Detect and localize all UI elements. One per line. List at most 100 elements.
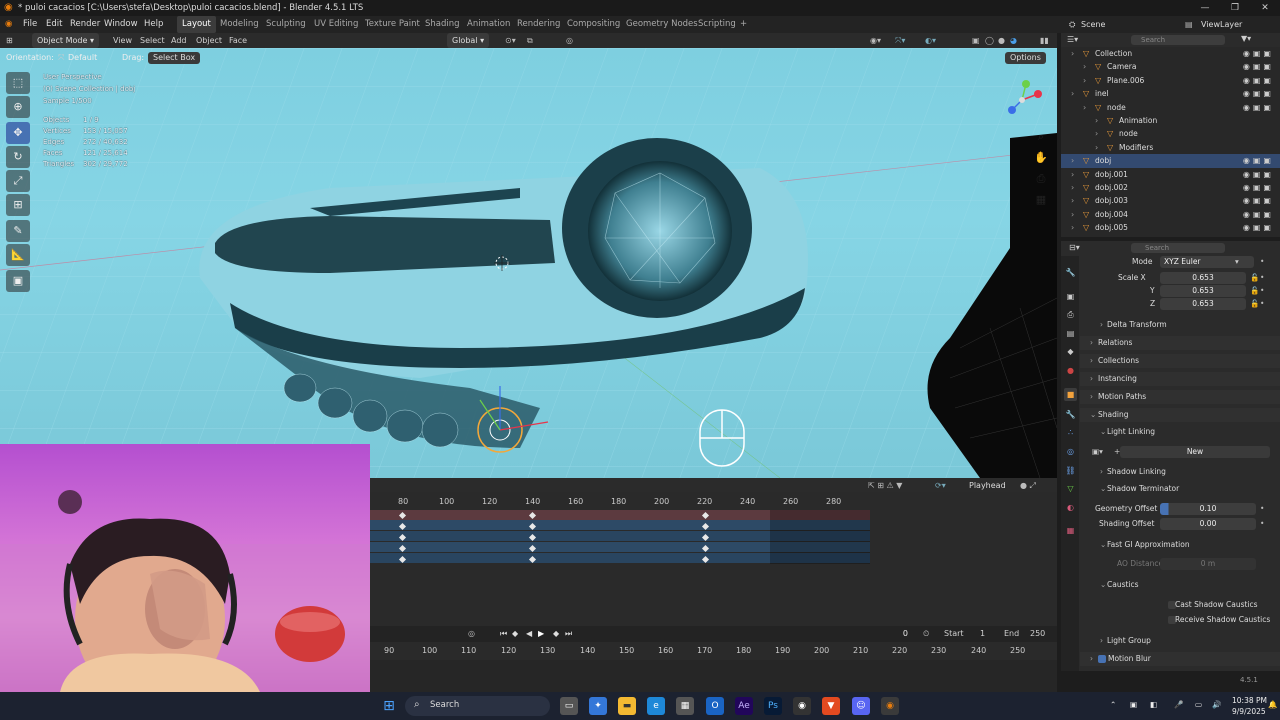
visibility-toggles-icon[interactable]: ◉▣▣ [1243, 154, 1274, 167]
microphone-icon[interactable]: 🎤 [1174, 700, 1183, 709]
output-tab-icon[interactable]: ⎙ [1064, 308, 1077, 321]
motion-paths-panel[interactable]: › Motion Paths [1080, 390, 1280, 404]
shading-panel[interactable]: ⌄ Shading [1080, 408, 1280, 422]
sidebar-toggle-icon[interactable]: ▮▮ [1040, 33, 1049, 48]
zoom-icon[interactable]: ⌕ [1032, 128, 1050, 146]
receive-shadow-caustics-row[interactable]: Receive Shadow Caustics [1080, 613, 1280, 627]
expand-chevron-icon[interactable]: › [1083, 74, 1086, 87]
expand-chevron-icon[interactable]: › [1083, 101, 1086, 114]
expand-chevron-icon[interactable]: › [1071, 221, 1074, 234]
menu-file[interactable]: File [23, 16, 37, 33]
minimize-icon[interactable]: — [1190, 0, 1220, 16]
maximize-icon[interactable]: ❐ [1220, 0, 1250, 16]
task-view-icon[interactable]: ▭ [560, 697, 578, 715]
perspective-toggle-icon[interactable]: ▦ [1032, 191, 1050, 209]
keyframe-dot-icon[interactable]: • [1260, 502, 1264, 516]
store-icon[interactable]: ▦ [676, 697, 694, 715]
select-box-tool-icon[interactable]: ⬚ [6, 72, 30, 94]
keyframe-dot-icon[interactable]: • [1260, 284, 1264, 298]
menu-object[interactable]: Object [196, 33, 222, 48]
close-icon[interactable]: ✕ [1250, 0, 1280, 16]
filter-icon[interactable]: ▼▾ [1241, 34, 1251, 43]
menu-select[interactable]: Select [140, 33, 165, 48]
add-workspace-icon[interactable]: + [740, 16, 747, 33]
orientation-dropdown[interactable]: Default [68, 50, 97, 66]
expand-chevron-icon[interactable]: › [1071, 47, 1074, 60]
keyframe-dot-icon[interactable]: • [1260, 517, 1264, 531]
tab-rendering[interactable]: Rendering [517, 16, 560, 33]
keying-icon[interactable]: ● ⤢ [1020, 481, 1036, 491]
particles-tab-icon[interactable]: ∴ [1064, 426, 1077, 439]
ao-distance-field[interactable]: 0 m [1160, 558, 1256, 570]
annotate-tool-icon[interactable]: ✎ [6, 220, 30, 242]
motion-blur-checkbox[interactable] [1098, 655, 1106, 663]
shading-rendered-icon[interactable]: ◕ [1010, 33, 1017, 48]
shading-wireframe-icon[interactable]: ◯ [985, 33, 994, 48]
taskbar-search[interactable]: ⌕ Search [405, 696, 550, 716]
brave-icon[interactable]: ▼ [822, 697, 840, 715]
visibility-toggles-icon[interactable]: ◉▣▣ [1243, 74, 1274, 87]
lock-icon[interactable]: 🔓 [1250, 271, 1259, 285]
visibility-toggles-icon[interactable]: ◉▣▣ [1243, 47, 1274, 60]
outliner-row[interactable]: › ▽ dobj ◉▣▣ [1061, 154, 1280, 168]
copilot-icon[interactable]: ✦ [589, 697, 607, 715]
light-linking-panel[interactable]: ⌄ Light Linking [1080, 425, 1280, 439]
frame-scale[interactable]: 90 100 110 120 130 140 150 160 170 180 1… [370, 642, 1057, 660]
transform-orientation-dropdown[interactable]: Global ▾ [447, 33, 490, 48]
camera-view-icon[interactable]: ⎙ [1032, 170, 1050, 188]
outliner-search-input[interactable]: Search [1131, 35, 1225, 45]
overlays-icon[interactable]: ◐▾ [925, 33, 936, 48]
tab-modeling[interactable]: Modeling [220, 16, 259, 33]
motion-blur-panel[interactable]: › Motion Blur [1080, 652, 1280, 666]
visibility-toggles-icon[interactable]: ◉▣▣ [1243, 101, 1274, 114]
jump-end-icon[interactable]: ⏭ [565, 626, 572, 642]
expand-chevron-icon[interactable]: › [1095, 141, 1098, 154]
world-tab-icon[interactable]: ● [1064, 364, 1077, 377]
move-tool-icon[interactable]: ✥ [6, 122, 30, 144]
cast-shadow-caustics-row[interactable]: Cast Shadow Caustics [1080, 598, 1280, 612]
visibility-toggles-icon[interactable]: ◉▣▣ [1243, 208, 1274, 221]
shading-solid-icon[interactable]: ● [998, 33, 1005, 48]
blender-menu-icon[interactable]: ◉ [5, 16, 12, 33]
view-layer-tab-icon[interactable]: ▤ [1064, 327, 1077, 340]
outliner-row[interactable]: › ▽ Modifiers [1061, 141, 1280, 154]
modifier-tab-icon[interactable]: 🔧 [1064, 408, 1077, 421]
proportional-edit-icon[interactable]: ◎ [566, 33, 573, 48]
blender-taskbar-icon[interactable]: ◉ [881, 697, 899, 715]
auto-key-icon[interactable]: ⟳▾ [935, 481, 946, 490]
clock-time[interactable]: 10:38 PM [1232, 696, 1267, 705]
next-keyframe-icon[interactable]: ◆ [553, 626, 559, 642]
expand-chevron-icon[interactable]: › [1071, 181, 1074, 194]
properties-search-input[interactable]: Search [1131, 243, 1225, 253]
tab-scripting[interactable]: Scripting [698, 16, 736, 33]
render-tab-icon[interactable]: ▣ [1064, 290, 1077, 303]
constraints-tab-icon[interactable]: ⛓ [1064, 464, 1077, 477]
prev-keyframe-icon[interactable]: ◆ [512, 626, 518, 642]
texture-tab-icon[interactable]: ▦ [1064, 524, 1077, 537]
start-field[interactable]: 1 [980, 626, 985, 642]
geometry-offset-slider[interactable]: 0.10 [1160, 503, 1256, 515]
outliner-row[interactable]: › ▽ node ◉▣▣ [1061, 101, 1280, 114]
rotate-tool-icon[interactable]: ↻ [6, 146, 30, 168]
drag-dropdown[interactable]: Select Box [148, 52, 201, 64]
tab-layout[interactable]: Layout [177, 16, 216, 33]
tab-uv-editing[interactable]: UV Editing [314, 16, 358, 33]
shading-offset-slider[interactable]: 0.00 [1160, 518, 1256, 530]
current-frame-field[interactable]: 0 [850, 628, 914, 640]
transform-tool-icon[interactable]: ⊞ [6, 194, 30, 216]
menu-render[interactable]: Render [70, 16, 100, 33]
tab-compositing[interactable]: Compositing [567, 16, 620, 33]
outliner-row[interactable]: › ▽ Collection ◉▣▣ [1061, 47, 1280, 60]
scale-x-field[interactable]: 0.653 [1160, 272, 1246, 284]
clock-date[interactable]: 9/9/2025 [1232, 707, 1266, 716]
visibility-toggles-icon[interactable]: ◉▣▣ [1243, 221, 1274, 234]
shadow-terminator-panel[interactable]: ⌄ Shadow Terminator [1080, 482, 1280, 496]
scene-tab-icon[interactable]: ◆ [1064, 345, 1077, 358]
tab-shading[interactable]: Shading [425, 16, 460, 33]
menu-edit[interactable]: Edit [46, 16, 62, 33]
visibility-toggles-icon[interactable]: ◉▣▣ [1243, 194, 1274, 207]
outliner-row[interactable]: › ▽ Animation [1061, 114, 1280, 127]
expand-chevron-icon[interactable]: › [1071, 168, 1074, 181]
pan-hand-icon[interactable]: ✋ [1032, 149, 1050, 167]
expand-chevron-icon[interactable]: › [1071, 87, 1074, 100]
